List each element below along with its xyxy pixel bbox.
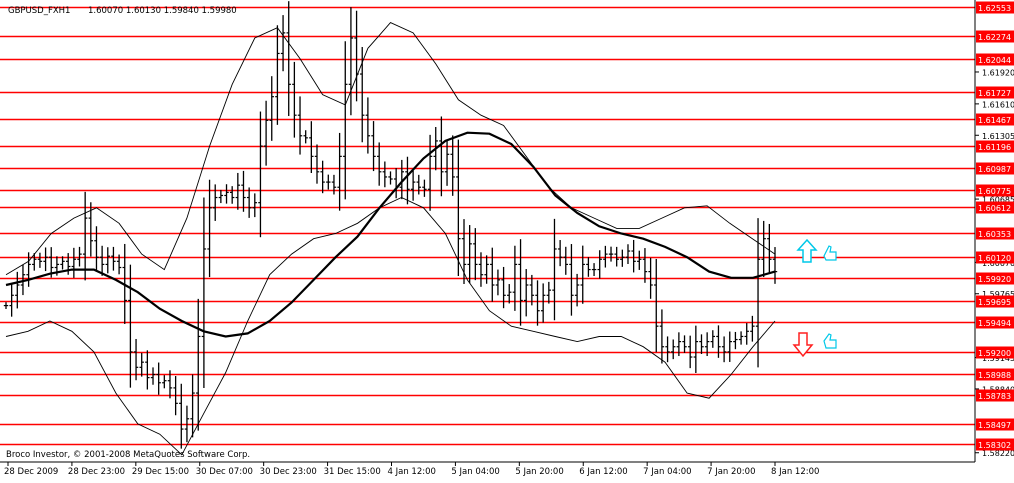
price-tick-label: 1.58220 [982,449,1014,458]
level-price-label: 1.58783 [978,392,1011,401]
level-price-label: 1.59200 [978,349,1011,358]
time-tick-label: 8 Jan 12:00 [771,467,819,477]
time-tick-label: 5 Jan 20:00 [515,467,563,477]
time-tick-label: 6 Jan 12:00 [579,467,627,477]
symbol-label: GBPUSD_FXH1 [8,6,70,16]
level-price-label: 1.61467 [978,116,1011,125]
level-price-label: 1.62553 [978,4,1011,13]
copyright-watermark: Broco Investor, © 2001-2008 MetaQuotes S… [6,450,250,460]
level-price-label: 1.61196 [978,143,1011,152]
chart-background [0,0,1014,479]
level-price-label: 1.59695 [978,298,1011,307]
time-tick-label: 7 Jan 20:00 [707,467,755,477]
level-price-label: 1.58302 [978,441,1011,450]
time-tick-label: 30 Dec 07:00 [196,467,253,477]
level-price-label: 1.59920 [978,275,1011,284]
time-tick-label: 31 Dec 15:00 [324,467,381,477]
level-price-label: 1.62274 [978,33,1011,42]
time-tick-label: 29 Dec 15:00 [132,467,189,477]
price-tick-label: 1.61920 [982,68,1014,77]
chart-window[interactable]: GBPUSD_FXH1 1.60070 1.60130 1.59840 1.59… [0,0,1014,479]
time-tick-label: 30 Dec 23:00 [260,467,317,477]
level-price-label: 1.60353 [978,230,1011,239]
level-price-label: 1.60987 [978,165,1011,174]
level-price-label: 1.58497 [978,421,1011,430]
price-chart[interactable]: GBPUSD_FXH1 1.60070 1.60130 1.59840 1.59… [0,0,1014,479]
level-price-label: 1.61727 [978,89,1011,98]
time-tick-label: 4 Jan 12:00 [388,467,436,477]
level-price-label: 1.60612 [978,204,1011,213]
level-price-label: 1.58988 [978,371,1011,380]
level-price-label: 1.59494 [978,319,1011,328]
price-tick-label: 1.61610 [982,100,1014,109]
time-tick-label: 5 Jan 04:00 [451,467,499,477]
ohlc-readout: 1.60070 1.60130 1.59840 1.59980 [88,6,237,16]
time-tick-label: 28 Dec 2009 [4,467,58,477]
level-price-label: 1.62044 [978,56,1011,65]
time-tick-label: 7 Jan 04:00 [643,467,691,477]
price-tick-label: 1.61305 [982,132,1014,141]
level-price-label: 1.60120 [978,254,1011,263]
time-tick-label: 28 Dec 23:00 [68,467,125,477]
level-price-label: 1.60775 [978,187,1011,196]
